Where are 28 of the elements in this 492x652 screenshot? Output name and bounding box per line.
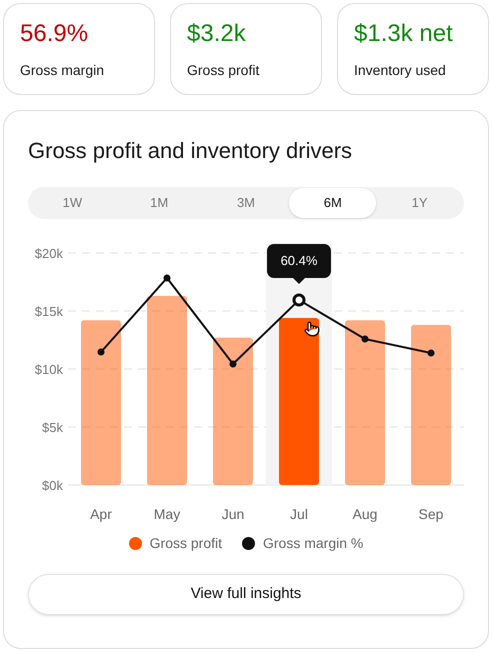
kpi-label: Inventory used: [354, 61, 447, 80]
x-axis-label: Apr: [90, 506, 112, 522]
y-tick-label: $15k: [34, 304, 63, 319]
card-title: Gross profit and inventory drivers: [28, 137, 354, 165]
view-insights-button[interactable]: View full insights: [28, 574, 464, 615]
x-axis-label: Jul: [290, 506, 308, 522]
range-tab[interactable]: 1M: [116, 188, 203, 218]
kpi-label: Gross margin: [20, 61, 106, 80]
kpi-value: $1.3k net: [354, 20, 454, 48]
hand-cursor-icon: [304, 321, 320, 337]
tooltip-value: 60.4%: [280, 252, 318, 270]
x-axis-label: Sep: [418, 506, 444, 522]
y-tick-label: $10k: [34, 362, 63, 377]
kpi-label: Gross profit: [187, 61, 260, 80]
y-tick-label: $20k: [34, 246, 63, 261]
range-tab[interactable]: 3M: [202, 188, 290, 218]
range-tab[interactable]: 1Y: [376, 188, 463, 218]
x-axis-label: May: [154, 506, 180, 522]
kpi-value: $3.2k: [187, 20, 247, 48]
y-tick-label: $0k: [42, 478, 63, 493]
range-tab[interactable]: 6M: [289, 188, 376, 218]
legend-label: Gross profit: [150, 534, 222, 553]
x-axis-label: Aug: [352, 506, 378, 522]
y-tick-label: $5k: [42, 420, 63, 435]
range-tab[interactable]: 1W: [29, 188, 116, 218]
legend-label: Gross margin %: [263, 534, 364, 553]
kpi-value: 56.9%: [20, 20, 90, 48]
x-axis-label: Jun: [222, 506, 244, 522]
